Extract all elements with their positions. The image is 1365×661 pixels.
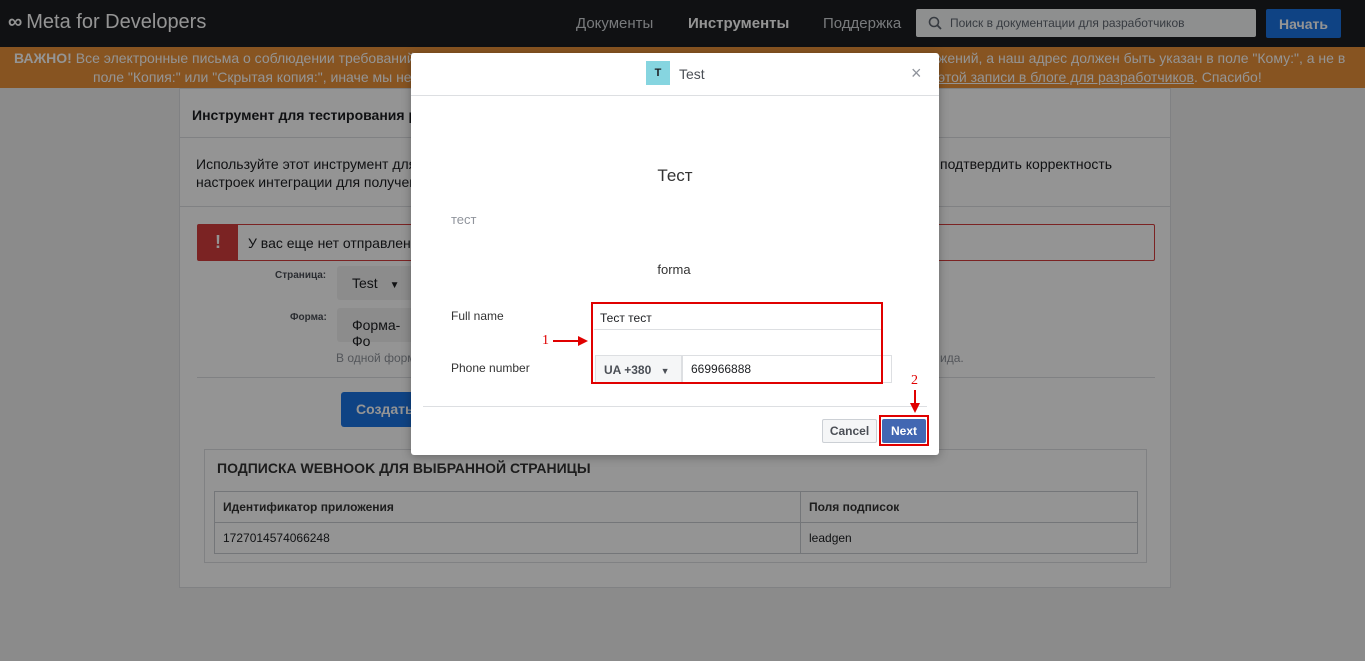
annotation-number-2: 2	[911, 373, 918, 388]
form-description: тест	[451, 212, 477, 227]
annotation-arrow-right-icon	[578, 336, 588, 346]
divider	[423, 406, 927, 407]
annotation-number-1: 1	[542, 333, 549, 348]
full-name-label: Full name	[451, 309, 504, 323]
dialog-header: T Test ×	[411, 53, 939, 96]
annotation-arrow-down-icon	[910, 403, 920, 413]
annotation-box-fields	[591, 302, 883, 384]
page-avatar: T	[646, 61, 670, 85]
form-heading: Тест	[657, 166, 693, 185]
lead-form-dialog: T Test × Тест тест forma Full name Phone…	[411, 53, 939, 455]
close-icon[interactable]: ×	[911, 64, 922, 82]
form-name: forma	[657, 262, 691, 277]
annotation-arrow-shaft	[914, 390, 916, 404]
dialog-title: Test	[679, 66, 705, 82]
phone-label: Phone number	[451, 361, 530, 375]
annotation-box-next	[879, 415, 929, 446]
cancel-button[interactable]: Cancel	[822, 419, 877, 443]
annotation-arrow-shaft	[553, 340, 579, 342]
